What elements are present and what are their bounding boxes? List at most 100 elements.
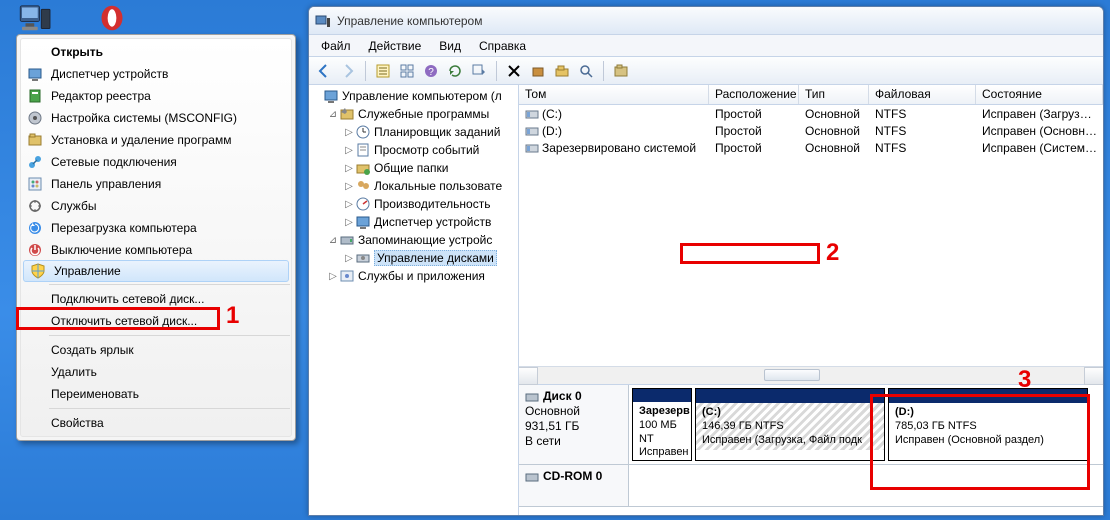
tree-node[interactable]: ▷Производительность — [309, 195, 518, 213]
horizontal-scrollbar[interactable] — [519, 366, 1103, 384]
delete-button[interactable] — [503, 60, 525, 82]
computer-management-window: Управление компьютером ФайлДействиеВидСп… — [308, 6, 1104, 516]
tree-node[interactable]: ▷Локальные пользовате — [309, 177, 518, 195]
context-menu-label: Выключение компьютера — [51, 243, 192, 257]
partition[interactable]: (C:)146,39 ГБ NTFSИсправен (Загрузка, Фа… — [695, 388, 885, 461]
context-menu-label: Панель управления — [51, 177, 161, 191]
desktop-opera-icon[interactable] — [88, 4, 136, 32]
column-header[interactable]: Тип — [799, 85, 869, 104]
context-menu-label: Диспетчер устройств — [51, 67, 168, 81]
tree-node[interactable]: ▷Диспетчер устройств — [309, 213, 518, 231]
tree-node[interactable]: ▷Планировщик заданий — [309, 123, 518, 141]
nav-forward-button[interactable] — [337, 60, 359, 82]
volume-row[interactable]: Зарезервировано системойПростойОсновнойN… — [519, 139, 1103, 156]
device-icon — [355, 214, 371, 230]
tree-label: Службы и приложения — [358, 269, 485, 283]
msconfig-icon — [27, 110, 43, 126]
partition[interactable]: (D:)785,03 ГБ NTFSИсправен (Основной раз… — [888, 388, 1088, 461]
services-icon — [27, 198, 43, 214]
titlebar[interactable]: Управление компьютером — [309, 7, 1103, 35]
context-menu-item[interactable]: Перезагрузка компьютера — [21, 217, 291, 239]
context-menu-label: Службы — [51, 199, 96, 213]
help-button[interactable]: ? — [420, 60, 442, 82]
context-menu-item[interactable]: Подключить сетевой диск... — [21, 288, 291, 310]
action3-button[interactable] — [610, 60, 632, 82]
context-menu-item[interactable]: Выключение компьютера — [21, 239, 291, 261]
context-menu-item[interactable]: Создать ярлык — [21, 339, 291, 361]
action1-button[interactable] — [527, 60, 549, 82]
restart-icon — [27, 220, 43, 236]
context-menu-item[interactable]: Настройка системы (MSCONFIG) — [21, 107, 291, 129]
properties-button[interactable] — [372, 60, 394, 82]
tree-node[interactable]: ▷Общие папки — [309, 159, 518, 177]
event-icon — [355, 142, 371, 158]
tree-label: Запоминающие устройс — [358, 233, 492, 247]
find-button[interactable] — [575, 60, 597, 82]
context-menu-label: Удалить — [51, 365, 97, 379]
context-menu-item[interactable]: Открыть — [21, 41, 291, 63]
menu-действие[interactable]: Действие — [361, 37, 430, 55]
volume-list: ТомРасположениеТипФайловая системаСостоя… — [519, 85, 1103, 385]
menu-файл[interactable]: Файл — [313, 37, 359, 55]
tree-label: Просмотр событий — [374, 143, 479, 157]
context-menu-item[interactable]: Управление — [23, 260, 289, 282]
nav-back-button[interactable] — [313, 60, 335, 82]
tree-node[interactable]: ⊿Служебные программы — [309, 105, 518, 123]
context-menu-item[interactable]: Отключить сетевой диск... — [21, 310, 291, 332]
menu-справка[interactable]: Справка — [471, 37, 534, 55]
tree-pane[interactable]: Управление компьютером (л⊿Служебные прог… — [309, 85, 519, 515]
context-menu-item[interactable]: Панель управления — [21, 173, 291, 195]
context-menu-item[interactable]: Удалить — [21, 361, 291, 383]
tree-label: Диспетчер устройств — [374, 215, 491, 229]
disk-row[interactable]: Диск 0Основной931,51 ГБВ сетиЗарезерв100… — [519, 385, 1103, 465]
view-list-button[interactable] — [396, 60, 418, 82]
tree-node[interactable]: ▷Управление дисками — [309, 249, 518, 267]
tree-label: Планировщик заданий — [374, 125, 500, 139]
computer-management-icon — [315, 13, 331, 29]
action2-button[interactable] — [551, 60, 573, 82]
context-menu-label: Подключить сетевой диск... — [51, 292, 204, 306]
tree-node[interactable]: ⊿Запоминающие устройс — [309, 231, 518, 249]
partition[interactable]: Зарезерв100 МБ NTИсправен — [632, 388, 692, 461]
svg-text:?: ? — [428, 67, 434, 78]
column-header[interactable]: Расположение — [709, 85, 799, 104]
refresh-button[interactable] — [444, 60, 466, 82]
regedit-icon — [27, 88, 43, 104]
context-menu-label: Редактор реестра — [51, 89, 151, 103]
shutdown-icon — [27, 242, 43, 258]
tree-node[interactable]: ▷Просмотр событий — [309, 141, 518, 159]
desktop-computer-icon[interactable] — [12, 4, 60, 32]
volume-row[interactable]: (C:)ПростойОсновнойNTFSИсправен (Загрузк… — [519, 105, 1103, 122]
context-menu-label: Переименовать — [51, 387, 139, 401]
volume-row[interactable]: (D:)ПростойОсновнойNTFSИсправен (Основно… — [519, 122, 1103, 139]
tree-node[interactable]: ▷Службы и приложения — [309, 267, 518, 285]
context-menu-label: Установка и удаление программ — [51, 133, 231, 147]
context-menu-label: Создать ярлык — [51, 343, 134, 357]
disk-row[interactable]: CD-ROM 0 — [519, 465, 1103, 507]
context-menu-label: Перезагрузка компьютера — [51, 221, 197, 235]
device-icon — [323, 88, 339, 104]
control-icon — [27, 176, 43, 192]
column-header[interactable]: Файловая система — [869, 85, 976, 104]
tree-node[interactable]: Управление компьютером (л — [309, 87, 518, 105]
context-menu-label: Свойства — [51, 416, 104, 430]
sched-icon — [355, 124, 371, 140]
context-menu-item[interactable]: Редактор реестра — [21, 85, 291, 107]
views-button[interactable] — [468, 60, 490, 82]
context-menu-item[interactable]: Сетевые подключения — [21, 151, 291, 173]
window-title: Управление компьютером — [337, 14, 1097, 28]
context-menu-label: Управление — [54, 264, 121, 278]
context-menu-item[interactable]: Диспетчер устройств — [21, 63, 291, 85]
context-menu-item[interactable]: Переименовать — [21, 383, 291, 405]
volume-list-header[interactable]: ТомРасположениеТипФайловая системаСостоя… — [519, 85, 1103, 105]
context-menu-item[interactable]: Установка и удаление программ — [21, 129, 291, 151]
column-header[interactable]: Том — [519, 85, 709, 104]
column-header[interactable]: Состояние — [976, 85, 1103, 104]
context-menu-item[interactable]: Свойства — [21, 412, 291, 434]
disk-info: Диск 0Основной931,51 ГБВ сети — [519, 385, 629, 464]
context-menu-item[interactable]: Службы — [21, 195, 291, 217]
apps-icon — [339, 268, 355, 284]
menu-вид[interactable]: Вид — [431, 37, 469, 55]
context-menu-label: Открыть — [51, 45, 103, 59]
volume-icon — [525, 125, 539, 137]
